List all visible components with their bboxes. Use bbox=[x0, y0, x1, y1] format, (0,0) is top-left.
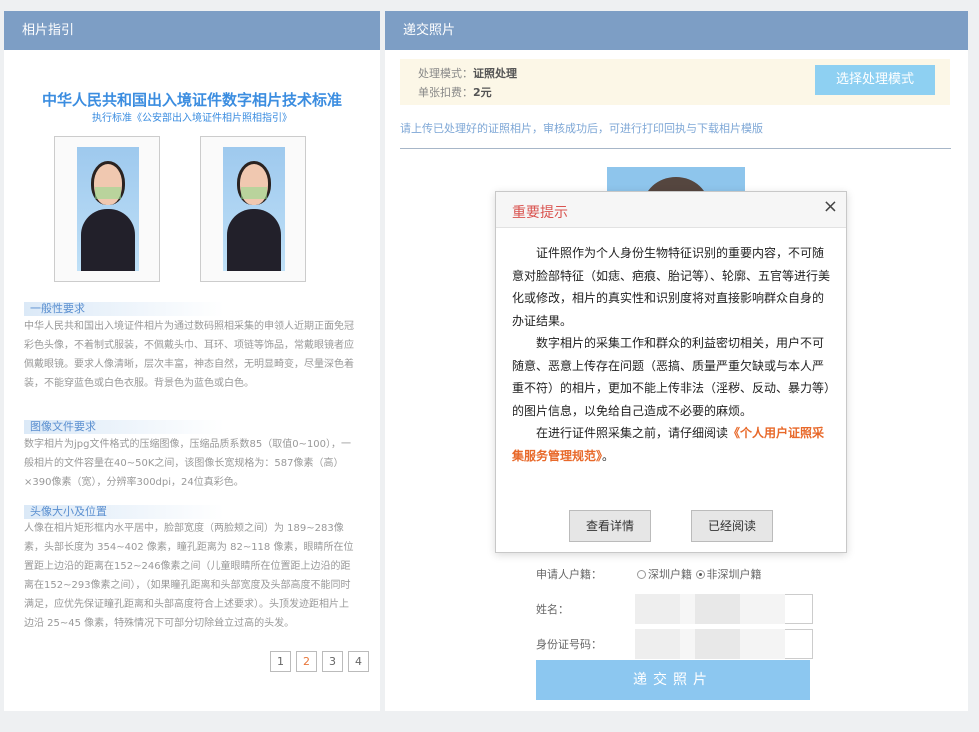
radio-non-shenzhen[interactable] bbox=[695, 570, 705, 579]
section-text-headsize: 人像在相片矩形框内水平居中，脸部宽度（两脸颊之间）为 189~283像素，头部长… bbox=[24, 523, 354, 629]
sample-photo-1 bbox=[54, 136, 160, 282]
fee-line: 单张扣费：2元 bbox=[418, 86, 492, 99]
notice-paragraph-3: 在进行证件照采集之前，请仔细阅读《个人用户证照采集服务管理规范》。 bbox=[512, 426, 825, 463]
notice-paragraph-1: 证件照作为个人身份生物特征识别的重要内容，不可随意对脸部特征（如痣、疤痕、胎记等… bbox=[512, 246, 831, 328]
section-title-headsize: 头像大小及位置 bbox=[24, 505, 224, 519]
photo-guide-header: 相片指引 bbox=[4, 11, 380, 50]
modal-header: 重要提示 × bbox=[496, 192, 846, 228]
photo-guide-panel: 相片指引 中华人民共和国出入境证件数字相片技术标准 执行标准《公安部出入境证件相… bbox=[4, 11, 380, 711]
page-4[interactable]: 4 bbox=[348, 651, 369, 672]
page-2[interactable]: 2 bbox=[296, 651, 317, 672]
modal-title: 重要提示 bbox=[512, 205, 568, 221]
submit-photo-button[interactable]: 递交照片 bbox=[536, 660, 810, 700]
mode-value: 证照处理 bbox=[473, 67, 517, 80]
mode-box: 处理模式：证照处理 单张扣费：2元 选择处理模式 bbox=[400, 59, 950, 105]
select-mode-button[interactable]: 选择处理模式 bbox=[815, 65, 935, 95]
mode-line: 处理模式：证照处理 bbox=[418, 67, 517, 80]
page-1[interactable]: 1 bbox=[270, 651, 291, 672]
residence-label: 申请人户籍： bbox=[536, 568, 602, 581]
upload-tip: 请上传已处理好的证照相片，审核成功后，可进行打印回执与下载相片模版 bbox=[400, 122, 763, 135]
sample-photo-2 bbox=[200, 136, 306, 282]
guide-subtitle: 执行标准《公安部出入境证件相片照相指引》 bbox=[92, 113, 292, 124]
id-number-label: 身份证号码： bbox=[536, 638, 602, 651]
modal-body: 证件照作为个人身份生物特征识别的重要内容，不可随意对脸部特征（如痣、疤痕、胎记等… bbox=[512, 242, 830, 467]
section-title-general: 一般性要求 bbox=[24, 302, 224, 316]
page-3[interactable]: 3 bbox=[322, 651, 343, 672]
important-notice-modal: 重要提示 × 证件照作为个人身份生物特征识别的重要内容，不可随意对脸部特征（如痣… bbox=[495, 191, 847, 553]
view-details-button[interactable]: 查看详情 bbox=[569, 510, 651, 542]
guide-title: 中华人民共和国出入境证件数字相片技术标准 bbox=[41, 91, 342, 109]
radio-shenzhen[interactable] bbox=[637, 570, 646, 579]
name-label: 姓名： bbox=[536, 603, 569, 616]
pagination: 1 2 3 4 bbox=[270, 651, 369, 672]
section-title-file: 图像文件要求 bbox=[24, 420, 224, 434]
redacted-id-number bbox=[635, 629, 785, 659]
section-text-file: 数字相片为jpg文件格式的压缩图像，压缩品质系数85（取值0~100），一般相片… bbox=[24, 439, 352, 488]
divider bbox=[400, 148, 951, 149]
already-read-button[interactable]: 已经阅读 bbox=[691, 510, 773, 542]
close-icon[interactable]: × bbox=[823, 196, 838, 217]
notice-paragraph-2: 数字相片的采集工作和群众的利益密切相关，用户不可随意、恶意上传存在问题（恶搞、质… bbox=[512, 336, 831, 418]
fee-value: 2元 bbox=[473, 86, 492, 99]
section-text-general: 中华人民共和国出入境证件相片为通过数码照相采集的申领人近期正面免冠彩色头像，不着… bbox=[24, 321, 354, 389]
submit-photo-header: 递交照片 bbox=[385, 11, 968, 50]
redacted-name bbox=[635, 594, 785, 624]
residence-radios: 深圳户籍 非深圳户籍 bbox=[637, 566, 762, 582]
